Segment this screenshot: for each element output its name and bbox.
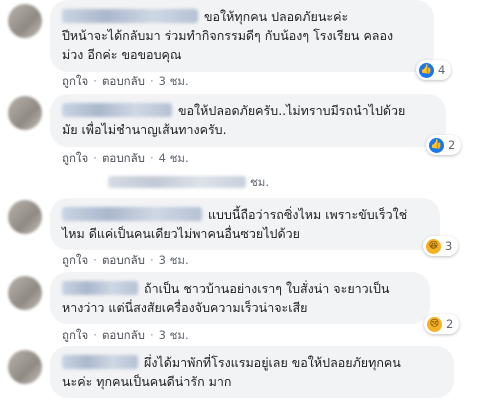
timestamp: ชม. (250, 175, 270, 189)
comment-text-line: มัย เพื่อไม่ชำนาญเส้นทางครับ. (62, 122, 227, 137)
timestamp[interactable]: 3 ชม. (159, 253, 189, 267)
separator-dot: · (93, 74, 97, 88)
author-name-redacted[interactable] (62, 207, 202, 221)
reaction-summary[interactable]: 😢 2 (424, 314, 460, 334)
author-name-redacted[interactable] (62, 355, 138, 369)
comment-text-line: นะค่ะ ทุกคนเป็นคนดีน่ารัก มาก (62, 374, 232, 389)
comment-text-line: ถ้าเป็น ชาวบ้านอย่างเราๆ ใบสั่งน่า จะยาว… (144, 281, 390, 296)
separator-dot: · (149, 253, 154, 267)
reaction-summary[interactable]: 😆 3 (423, 236, 459, 256)
comment-bubble: ขอให้ทุกคน ปลอดภัยนะค่ะ ปีหน้าจะได้กลับม… (50, 0, 434, 72)
comment-text-line: ปีหน้าจะได้กลับมา ร่วมทำกิจกรรมดีๆ กับน้… (62, 28, 394, 43)
comment-bubble: ถ้าเป็น ชาวบ้านอย่างเราๆ ใบสั่งน่า จะยาว… (50, 272, 430, 324)
separator-dot: · (149, 328, 154, 342)
like-link[interactable]: ถูกใจ (62, 151, 88, 165)
avatar[interactable] (8, 276, 42, 310)
separator-dot: · (93, 253, 97, 267)
reaction-summary[interactable]: 👍 2 (426, 135, 462, 155)
comment-actions: ถูกใจ · ตอบกลับ · 3 ชม. (62, 327, 189, 345)
sad-reaction-icon: 😢 (427, 316, 442, 332)
separator-dot: · (93, 328, 97, 342)
collapsed-comment-row[interactable]: ชม. (108, 174, 269, 192)
avatar[interactable] (8, 200, 42, 234)
redacted-content (108, 176, 246, 188)
avatar[interactable] (8, 350, 42, 384)
comment-text-line: แบบนี้ถือว่ารถซิ่งไหม เพราะขับเร็วใช่ (208, 207, 408, 222)
reaction-count: 2 (446, 317, 454, 331)
haha-reaction-icon: 😆 (426, 238, 441, 254)
like-reaction-icon: 👍 (429, 137, 444, 153)
comment-text-line: ขอให้ปลอดภัยครับ..ไม่ทราบมีรถนำไปด้วย (178, 103, 406, 118)
reply-link[interactable]: ตอบกลับ (102, 328, 145, 342)
comment-bubble: แบบนี้ถือว่ารถซิ่งไหม เพราะขับเร็วใช่ ไห… (50, 198, 440, 250)
reply-link[interactable]: ตอบกลับ (102, 253, 145, 267)
comment-bubble: ผึ่งได้มาพักที่โรงแรมอยู่เลย ขอให้ปลอยภั… (50, 346, 454, 398)
reply-link[interactable]: ตอบกลับ (102, 74, 145, 88)
like-link[interactable]: ถูกใจ (62, 74, 88, 88)
separator-dot: · (149, 74, 154, 88)
reaction-count: 2 (448, 138, 456, 152)
like-link[interactable]: ถูกใจ (62, 328, 88, 342)
comment-text-line: ไหม ดีแค่เป็นคนเดียวไม่พาคนอื่นซวยไปด้วย (62, 226, 300, 241)
comment-text-line: ขอให้ทุกคน ปลอดภัยนะค่ะ (204, 9, 349, 24)
comment-actions: ถูกใจ · ตอบกลับ · 4 ชม. (62, 150, 189, 168)
author-name-redacted[interactable] (62, 103, 172, 117)
separator-dot: · (149, 151, 154, 165)
like-reaction-icon: 👍 (419, 62, 434, 78)
reply-link[interactable]: ตอบกลับ (102, 151, 145, 165)
comment-thread: ขอให้ทุกคน ปลอดภัยนะค่ะ ปีหน้าจะได้กลับม… (0, 0, 491, 400)
timestamp[interactable]: 3 ชม. (159, 328, 189, 342)
timestamp[interactable]: 4 ชม. (159, 151, 189, 165)
author-name-redacted[interactable] (62, 9, 198, 23)
timestamp[interactable]: 3 ชม. (159, 74, 189, 88)
reaction-count: 3 (445, 239, 453, 253)
separator-dot: · (93, 151, 97, 165)
author-name-redacted[interactable] (62, 281, 138, 295)
avatar[interactable] (8, 96, 42, 130)
comment-bubble: ขอให้ปลอดภัยครับ..ไม่ทราบมีรถนำไปด้วย มั… (50, 94, 446, 147)
comment-text-line: ผึ่งได้มาพักที่โรงแรมอยู่เลย ขอให้ปลอยภั… (144, 355, 401, 370)
reaction-count: 4 (438, 63, 446, 77)
comment-text-line: หางว่าว แต่นี่สงสัยเครื่องจับความเร็วน่า… (62, 300, 308, 315)
comment-actions: ถูกใจ · ตอบกลับ · 3 ชม. (62, 252, 189, 270)
reaction-summary[interactable]: 👍 4 (416, 60, 452, 80)
like-link[interactable]: ถูกใจ (62, 253, 88, 267)
avatar[interactable] (8, 4, 42, 38)
comment-text-line: ม่วง อีกค่ะ ขอขอบคุณ (62, 47, 182, 62)
comment-actions: ถูกใจ · ตอบกลับ · 3 ชม. (62, 73, 189, 91)
